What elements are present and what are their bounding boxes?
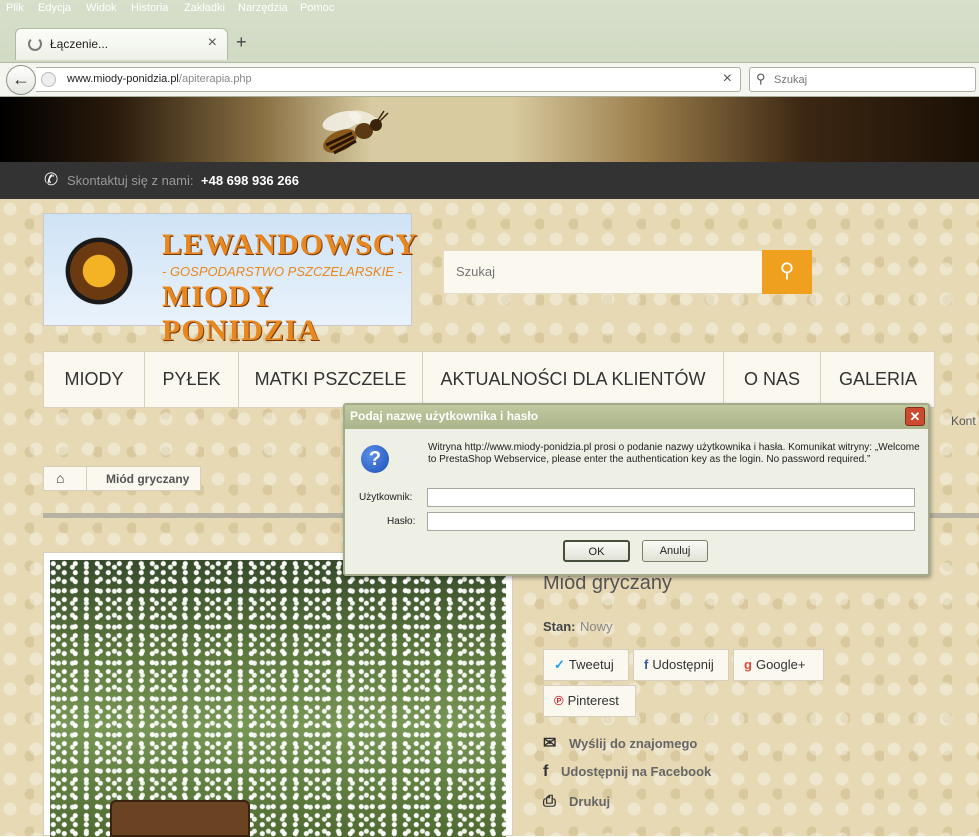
honey-jar [110,800,250,837]
question-icon: ? [361,445,389,473]
facebook-share-link-label: Udostępnij na Facebook [561,764,712,779]
product-image[interactable] [50,560,506,837]
menu-item-matki-pszczele[interactable]: MATKI PSZCZELE [239,352,423,407]
ok-button[interactable]: OK [563,540,630,562]
site-search-button[interactable]: ⚲ [762,250,812,294]
main-menu: MIODY PYŁEK MATKI PSZCZELE AKTUALNOŚCI D… [43,351,935,408]
facebook-share-button[interactable]: f Udostępnij [633,649,729,681]
menu-item-pylek[interactable]: PYŁEK [145,352,239,407]
contact-label: Skontaktuj się z nami: [67,173,194,188]
pinterest-icon: ℗ [554,693,564,708]
logo-line-1: LEWANDOWSCY [162,228,419,261]
password-input[interactable] [427,512,915,531]
menu-edit[interactable]: Edycja [38,2,71,14]
twitter-share-button[interactable]: ✓ Tweetuj [543,649,629,681]
tab-strip: Łączenie... × + [0,18,979,62]
menu-bookmarks[interactable]: Zakładki [184,2,225,14]
dialog-close-button[interactable]: ✕ [905,407,925,426]
auth-dialog: Podaj nazwę użytkownika i hasło ✕ ? Witr… [343,403,930,576]
phone-icon: ✆ [44,170,59,189]
menu-file[interactable]: Plik [6,2,24,14]
tab-active[interactable]: Łączenie... × [15,28,228,60]
contact-bar: ✆ Skontaktuj się z nami: +48 698 936 266 [0,162,979,199]
new-tab-icon[interactable]: + [236,32,247,53]
menu-view[interactable]: Widok [86,2,117,14]
google-plus-icon: g [744,657,752,672]
product-image-frame [43,552,513,837]
side-contact-link[interactable]: Kont [951,414,976,428]
site-logo[interactable]: LEWANDOWSCY - GOSPODARSTWO PSZCZELARSKIE… [43,213,417,347]
dialog-title: Podaj nazwę użytkownika i hasło [350,409,539,423]
printer-icon: ⎙ [543,793,556,810]
twitter-icon: ✓ [554,657,565,672]
breadcrumb-separator [86,467,87,490]
send-to-friend-link[interactable]: ✉ Wyślij do znajomego [543,733,697,753]
condition-value: Nowy [580,619,613,634]
facebook-icon: f [644,657,649,672]
globe-icon [41,72,56,87]
browser-search-input[interactable] [772,71,967,88]
envelope-icon: ✉ [543,735,557,752]
back-button[interactable]: ← [6,65,36,95]
password-label: Hasło: [387,516,416,527]
url-text: www.miody-ponidzia.pl/apiterapia.php [67,73,252,85]
facebook-share-label: Udostępnij [652,657,714,672]
facebook-icon: f [543,763,549,780]
print-label: Drukuj [569,794,611,809]
facebook-share-link[interactable]: f Udostępnij na Facebook [543,763,711,781]
pinterest-share-button[interactable]: ℗ Pinterest [543,685,636,717]
logo-line-3: MIODY PONIDZIA [162,280,321,347]
menu-item-aktualnosci[interactable]: AKTUALNOŚCI DLA KLIENTÓW [423,352,724,407]
bee-icon [322,110,389,155]
site-search-input[interactable] [444,251,744,291]
loading-spinner-icon [28,37,42,51]
browser-search-box: ⚲ [749,67,976,92]
url-domain: www.miody-ponidzia.pl [67,73,179,85]
browser-chrome: Plik Edycja Widok Historia Zakładki Narz… [0,0,979,97]
condition-label: Stan: [543,619,576,634]
site-banner [0,97,979,162]
site-search-box [443,250,763,294]
print-link[interactable]: ⎙ Drukuj [543,793,610,811]
sun-logo-icon [54,226,144,316]
google-share-button[interactable]: g Google+ [733,649,824,681]
cancel-button[interactable]: Anuluj [642,540,708,562]
menu-tools[interactable]: Narzędzia [238,2,288,14]
url-path: /apiterapia.php [178,73,252,85]
search-icon: ⚲ [756,71,766,86]
google-share-label: Google+ [755,657,806,672]
home-icon[interactable]: ⌂ [56,470,64,486]
menu-history[interactable]: Historia [131,2,168,14]
tab-title: Łączenie... [50,37,109,51]
username-label: Użytkownik: [359,492,413,503]
logo-line-2: - GOSPODARSTWO PSZCZELARSKIE - [162,264,402,279]
breadcrumb: ⌂ Miód gryczany [43,466,201,491]
tab-close-icon[interactable]: × [208,34,217,52]
menu-bar: Plik Edycja Widok Historia Zakładki Narz… [0,0,979,18]
menu-item-galeria[interactable]: GALERIA [821,352,935,407]
dialog-titlebar: Podaj nazwę użytkownika i hasło ✕ [345,405,928,429]
magnifier-icon: ⚲ [779,260,795,282]
url-clear-icon[interactable]: × [723,70,732,88]
dialog-message: Witryna http://www.miody-ponidzia.pl pro… [428,442,920,465]
breadcrumb-current: Miód gryczany [106,472,190,486]
menu-help[interactable]: Pomoc [300,2,334,14]
menu-item-miody[interactable]: MIODY [44,352,145,407]
navigation-bar: www.miody-ponidzia.pl/apiterapia.php × ←… [0,62,979,97]
send-to-friend-label: Wyślij do znajomego [569,736,698,751]
url-bar[interactable]: www.miody-ponidzia.pl/apiterapia.php × [36,67,741,92]
pinterest-share-label: Pinterest [567,693,619,708]
menu-item-o-nas[interactable]: O NAS [724,352,821,407]
twitter-share-label: Tweetuj [568,657,614,672]
contact-phone[interactable]: +48 698 936 266 [201,173,299,188]
username-input[interactable] [427,488,915,507]
